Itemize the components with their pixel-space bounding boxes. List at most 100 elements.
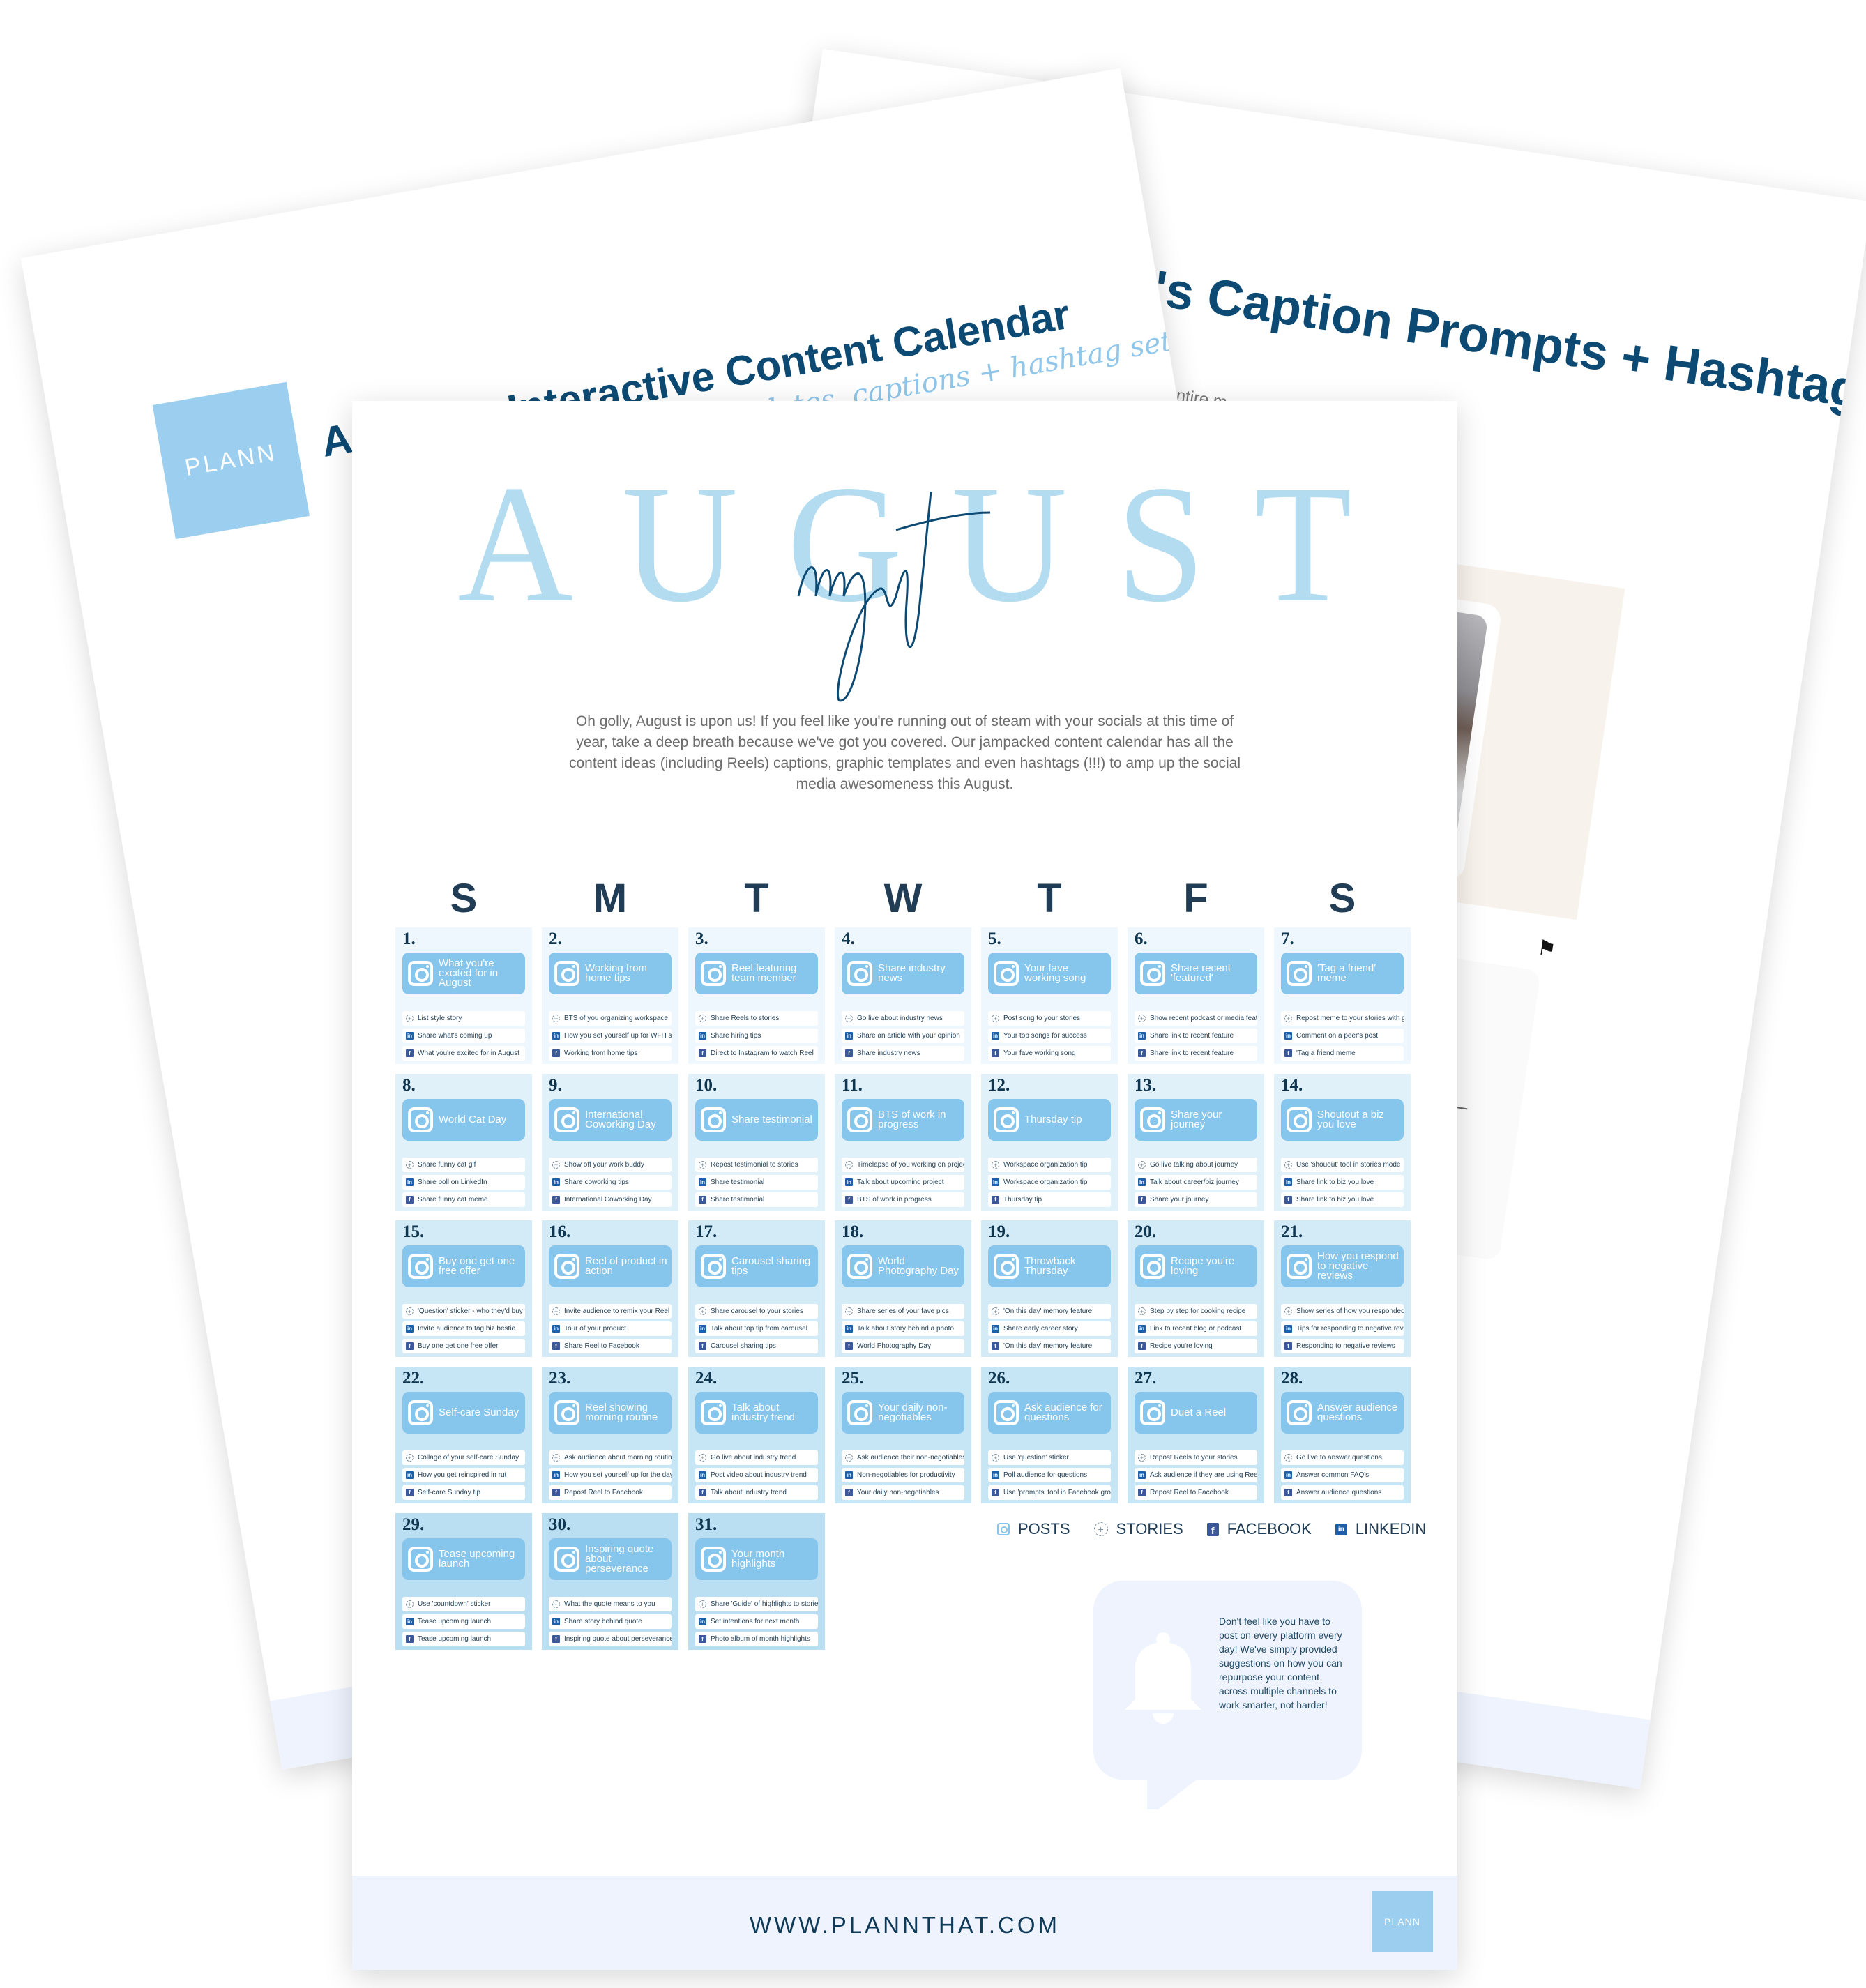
- linkedin-idea[interactable]: in Share what's coming up: [402, 1029, 525, 1043]
- calendar-day[interactable]: 27. Duet a Reel + Repost Reels to your st…: [1128, 1367, 1264, 1503]
- instagram-post-idea[interactable]: Answer audience questions: [1281, 1392, 1404, 1434]
- story-idea[interactable]: + Ask audience their non-negotiables: [842, 1450, 964, 1465]
- facebook-idea[interactable]: f Share link to biz you love: [1281, 1192, 1404, 1207]
- linkedin-idea[interactable]: in Talk about upcoming project: [842, 1175, 964, 1190]
- story-idea[interactable]: + Ask audience about morning routine: [549, 1450, 672, 1465]
- story-idea[interactable]: + Go live about industry trend: [695, 1450, 818, 1465]
- bookmark-icon[interactable]: ⚑: [1535, 936, 1558, 963]
- story-idea[interactable]: + Share carousel to your stories: [695, 1304, 818, 1319]
- calendar-day[interactable]: 25. Your daily non-negotiables + Ask audi…: [835, 1367, 971, 1503]
- instagram-post-idea[interactable]: Share testimonial: [695, 1099, 818, 1141]
- story-idea[interactable]: + What the quote means to you: [549, 1597, 672, 1611]
- story-idea[interactable]: + Post song to your stories: [988, 1011, 1111, 1026]
- calendar-day[interactable]: 3. Reel featuring team member + Share Ree…: [688, 927, 825, 1064]
- website-link[interactable]: WWW.PLANNTHAT.COM: [352, 1912, 1457, 1938]
- story-idea[interactable]: + Go live talking about journey: [1135, 1158, 1257, 1172]
- facebook-idea[interactable]: f What you're excited for in August: [402, 1046, 525, 1061]
- instagram-post-idea[interactable]: Thursday tip: [988, 1099, 1111, 1141]
- linkedin-idea[interactable]: in Post video about industry trend: [695, 1468, 818, 1482]
- calendar-day[interactable]: 30. Inspiring quote about perseverance +…: [542, 1513, 678, 1650]
- facebook-idea[interactable]: f Share link to recent feature: [1135, 1046, 1257, 1061]
- story-idea[interactable]: + Invite audience to remix your Reel: [549, 1304, 672, 1319]
- linkedin-idea[interactable]: in Talk about top tip from carousel: [695, 1321, 818, 1336]
- linkedin-idea[interactable]: in Talk about career/biz journey: [1135, 1175, 1257, 1190]
- instagram-post-idea[interactable]: Share industry news: [842, 953, 964, 994]
- calendar-day[interactable]: 29. Tease upcoming launch + Use 'countdow…: [395, 1513, 532, 1650]
- facebook-idea[interactable]: f Share Reel to Facebook: [549, 1339, 672, 1353]
- linkedin-idea[interactable]: in How you get reinspired in rut: [402, 1468, 525, 1482]
- linkedin-idea[interactable]: in Share coworking tips: [549, 1175, 672, 1190]
- instagram-post-idea[interactable]: Recipe you're loving: [1135, 1245, 1257, 1287]
- instagram-post-idea[interactable]: 'Tag a friend' meme: [1281, 953, 1404, 994]
- instagram-post-idea[interactable]: Your month highlights: [695, 1538, 818, 1580]
- story-idea[interactable]: + Show off your work buddy: [549, 1158, 672, 1172]
- linkedin-idea[interactable]: in Talk about story behind a photo: [842, 1321, 964, 1336]
- linkedin-idea[interactable]: in Comment on a peer's post: [1281, 1029, 1404, 1043]
- facebook-idea[interactable]: f Your fave working song: [988, 1046, 1111, 1061]
- linkedin-idea[interactable]: in How you set yourself up for WFH succes…: [549, 1029, 672, 1043]
- story-idea[interactable]: + Use 'countdown' sticker: [402, 1597, 525, 1611]
- facebook-idea[interactable]: f BTS of work in progress: [842, 1192, 964, 1207]
- calendar-day[interactable]: 6. Share recent 'featured' + Show recent …: [1128, 927, 1264, 1064]
- linkedin-idea[interactable]: in Non-negotiables for productivity: [842, 1468, 964, 1482]
- instagram-post-idea[interactable]: What you're excited for in August: [402, 953, 525, 994]
- linkedin-idea[interactable]: in Set intentions for next month: [695, 1614, 818, 1629]
- facebook-idea[interactable]: f Working from home tips: [549, 1046, 672, 1061]
- instagram-post-idea[interactable]: Your daily non-negotiables: [842, 1392, 964, 1434]
- facebook-idea[interactable]: f Repost Reel to Facebook: [1135, 1485, 1257, 1500]
- instagram-post-idea[interactable]: World Cat Day: [402, 1099, 525, 1141]
- instagram-post-idea[interactable]: Duet a Reel: [1135, 1392, 1257, 1434]
- linkedin-idea[interactable]: in Share link to biz you love: [1281, 1175, 1404, 1190]
- instagram-post-idea[interactable]: Talk about industry trend: [695, 1392, 818, 1434]
- instagram-post-idea[interactable]: Reel featuring team member: [695, 953, 818, 994]
- calendar-day[interactable]: 11. BTS of work in progress + Timelapse o…: [835, 1074, 971, 1211]
- facebook-idea[interactable]: f Share your journey: [1135, 1192, 1257, 1207]
- linkedin-idea[interactable]: in Poll audience for questions: [988, 1468, 1111, 1482]
- instagram-post-idea[interactable]: Inspiring quote about perseverance: [549, 1538, 672, 1580]
- instagram-post-idea[interactable]: How you respond to negative reviews: [1281, 1245, 1404, 1287]
- calendar-day[interactable]: 16. Reel of product in action + Invite au…: [542, 1220, 678, 1357]
- instagram-post-idea[interactable]: International Coworking Day: [549, 1099, 672, 1141]
- facebook-idea[interactable]: f Share testimonial: [695, 1192, 818, 1207]
- instagram-post-idea[interactable]: Ask audience for questions: [988, 1392, 1111, 1434]
- facebook-idea[interactable]: f Self-care Sunday tip: [402, 1485, 525, 1500]
- linkedin-idea[interactable]: in Tips for responding to negative review…: [1281, 1321, 1404, 1336]
- story-idea[interactable]: + BTS of you organizing workspace: [549, 1011, 672, 1026]
- linkedin-idea[interactable]: in Your top songs for success: [988, 1029, 1111, 1043]
- calendar-day[interactable]: 18. World Photography Day + Share series …: [835, 1220, 971, 1357]
- story-idea[interactable]: + Share 'Guide' of highlights to stories: [695, 1597, 818, 1611]
- calendar-day[interactable]: 19. Throwback Thursday + 'On this day' me…: [981, 1220, 1118, 1357]
- calendar-day[interactable]: 1. What you're excited for in August + Li…: [395, 927, 532, 1064]
- calendar-day[interactable]: 28. Answer audience questions + Go live t…: [1274, 1367, 1411, 1503]
- calendar-day[interactable]: 9. International Coworking Day + Show off…: [542, 1074, 678, 1211]
- linkedin-idea[interactable]: in Invite audience to tag biz bestie: [402, 1321, 525, 1336]
- facebook-idea[interactable]: f Share funny cat meme: [402, 1192, 525, 1207]
- instagram-post-idea[interactable]: Throwback Thursday: [988, 1245, 1111, 1287]
- linkedin-idea[interactable]: in Share poll on LinkedIn: [402, 1175, 525, 1190]
- story-idea[interactable]: + Collage of your self-care Sunday: [402, 1450, 525, 1465]
- story-idea[interactable]: + Go live to answer questions: [1281, 1450, 1404, 1465]
- facebook-idea[interactable]: f Your daily non-negotiables: [842, 1485, 964, 1500]
- calendar-day[interactable]: 4. Share industry news + Go live about in…: [835, 927, 971, 1064]
- facebook-idea[interactable]: f Photo album of month highlights: [695, 1632, 818, 1646]
- instagram-post-idea[interactable]: Reel of product in action: [549, 1245, 672, 1287]
- facebook-idea[interactable]: f Inspiring quote about perseverance: [549, 1632, 672, 1646]
- instagram-post-idea[interactable]: Share recent 'featured': [1135, 953, 1257, 994]
- facebook-idea[interactable]: f Answer audience questions: [1281, 1485, 1404, 1500]
- linkedin-idea[interactable]: in Share early career story: [988, 1321, 1111, 1336]
- story-idea[interactable]: + Show series of how you responded: [1281, 1304, 1404, 1319]
- calendar-day[interactable]: 31. Your month highlights + Share 'Guide'…: [688, 1513, 825, 1650]
- linkedin-idea[interactable]: in Answer common FAQ's: [1281, 1468, 1404, 1482]
- instagram-post-idea[interactable]: BTS of work in progress: [842, 1099, 964, 1141]
- facebook-idea[interactable]: f World Photography Day: [842, 1339, 964, 1353]
- instagram-post-idea[interactable]: World Photography Day: [842, 1245, 964, 1287]
- story-idea[interactable]: + Share funny cat gif: [402, 1158, 525, 1172]
- instagram-post-idea[interactable]: Buy one get one free offer: [402, 1245, 525, 1287]
- facebook-idea[interactable]: f International Coworking Day: [549, 1192, 672, 1207]
- story-idea[interactable]: + Repost testimonial to stories: [695, 1158, 818, 1172]
- linkedin-idea[interactable]: in Link to recent blog or podcast: [1135, 1321, 1257, 1336]
- linkedin-idea[interactable]: in Workspace organization tip: [988, 1175, 1111, 1190]
- calendar-day[interactable]: 21. How you respond to negative reviews …: [1274, 1220, 1411, 1357]
- linkedin-idea[interactable]: in Share an article with your opinion: [842, 1029, 964, 1043]
- calendar-day[interactable]: 22. Self-care Sunday + Collage of your se…: [395, 1367, 532, 1503]
